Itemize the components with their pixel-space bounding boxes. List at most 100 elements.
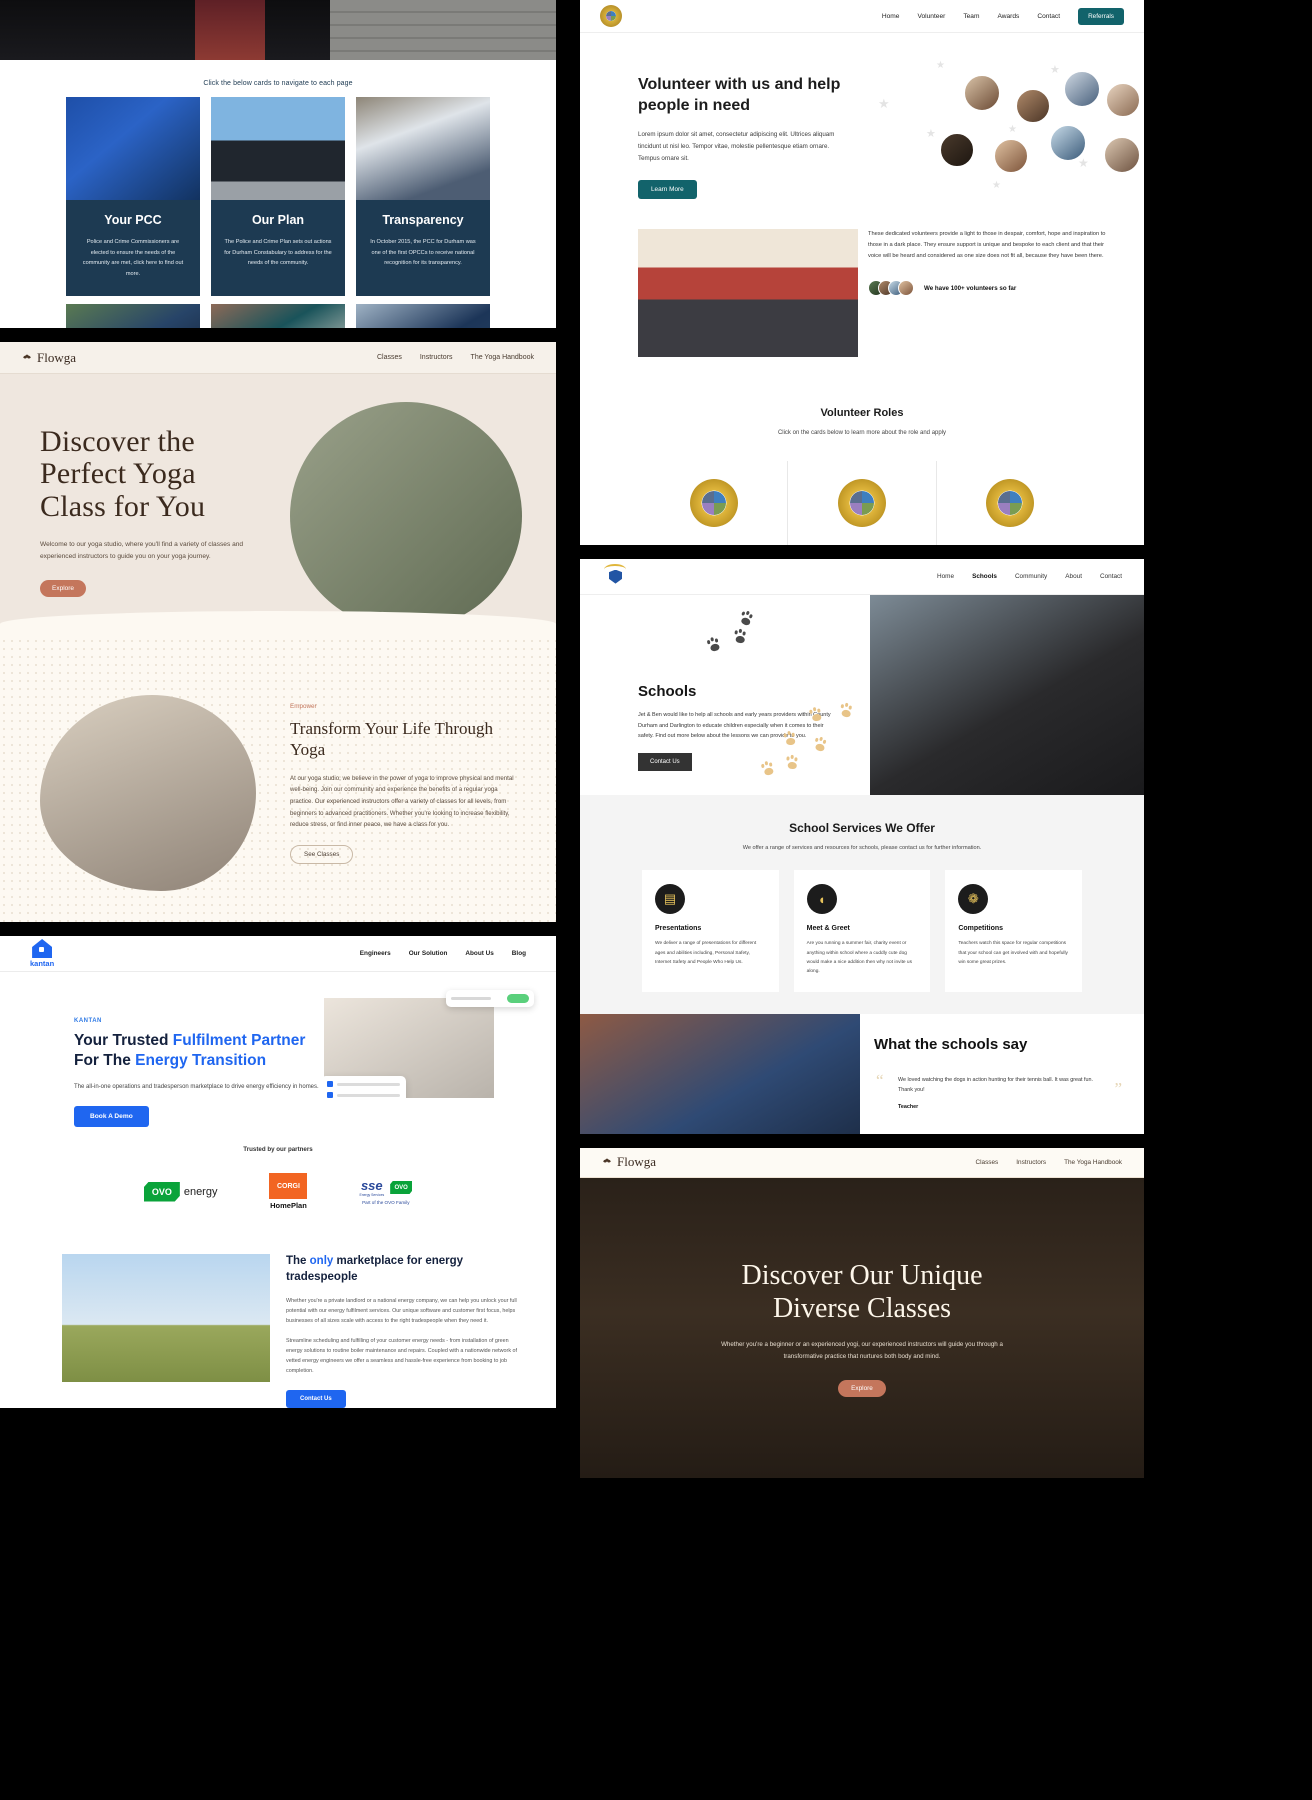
service-body: Teachers watch this space for regular co… xyxy=(958,941,1068,965)
learn-more-button[interactable]: Learn More xyxy=(638,179,697,199)
role-card[interactable] xyxy=(936,461,1084,546)
volunteer-role-cards xyxy=(640,461,1084,546)
pcc-card-grid: Your PCC Police and Crime Commissioners … xyxy=(0,97,556,296)
service-card[interactable]: ❁ Competitions Teachers watch this space… xyxy=(945,870,1082,992)
shot-schools[interactable]: Home Schools Community About Contact Sch… xyxy=(580,559,1144,1134)
nav-classes[interactable]: Classes xyxy=(377,354,402,361)
shot-flowga-hero[interactable]: Flowga Classes Instructors The Yoga Hand… xyxy=(0,342,556,922)
contact-us-button[interactable]: Contact Us xyxy=(286,1389,346,1408)
flowga-transform-image xyxy=(40,695,256,891)
dark-line-2: Diverse Classes xyxy=(772,1293,952,1325)
nav-home[interactable]: Home xyxy=(882,13,900,20)
role-card[interactable] xyxy=(640,461,788,546)
pcc-card-image xyxy=(211,97,345,200)
nav-instructors[interactable]: Instructors xyxy=(420,354,453,361)
sse-sub: Energy Services xyxy=(359,1193,385,1197)
nav-contact[interactable]: Contact xyxy=(1037,13,1060,20)
volunteer-roles-title: Volunteer Roles xyxy=(820,407,904,419)
pcc-card-title: Transparency xyxy=(382,213,464,227)
pcc-card-body: Police and Crime Commissioners are elect… xyxy=(82,239,184,277)
star-icon: ★ xyxy=(1050,64,1060,76)
nav-team[interactable]: Team xyxy=(963,13,979,20)
nav-community[interactable]: Community xyxy=(1015,573,1047,580)
police-crest-icon[interactable] xyxy=(602,563,628,591)
nav-about[interactable]: About xyxy=(1065,573,1082,580)
kantan-marketplace-text: The only marketplace for energy tradespe… xyxy=(286,1254,518,1408)
explore-button[interactable]: Explore xyxy=(40,579,87,597)
nav-volunteer[interactable]: Volunteer xyxy=(917,13,945,20)
kantan-logo[interactable]: kantan xyxy=(30,939,54,968)
avatar xyxy=(964,75,1000,111)
volunteer-avatar-cloud: ★ ★ ★ ★ ★ ★ ★ xyxy=(868,55,1140,207)
pcc-card-image[interactable] xyxy=(211,303,345,328)
ovo-small-mark: OVO xyxy=(390,1181,413,1194)
shot-volunteer[interactable]: Home Volunteer Team Awards Contact Refer… xyxy=(580,0,1144,546)
nav-instructors[interactable]: Instructors xyxy=(1016,1159,1046,1166)
nav-contact[interactable]: Contact xyxy=(1100,573,1122,580)
nav-classes[interactable]: Classes xyxy=(976,1159,999,1166)
pcc-card-image xyxy=(66,97,200,200)
flowga-navbar: Flowga Classes Instructors The Yoga Hand… xyxy=(0,342,556,374)
kantan-brand-text: kantan xyxy=(30,959,55,968)
toggle-pill xyxy=(507,994,529,1003)
pcc-card-body: In October 2015, the PCC for Durham was … xyxy=(370,239,476,267)
nav-about-us[interactable]: About Us xyxy=(465,950,493,957)
pcc-card-body: The Police and Crime Plan sets out actio… xyxy=(224,239,332,267)
book-a-demo-button[interactable]: Book A Demo xyxy=(74,1106,149,1128)
transform-body: At our yoga studio, we believe in the po… xyxy=(290,774,514,829)
service-body: We deliver a range of presentations for … xyxy=(655,941,757,965)
flowga-dark-title: Discover Our Unique Diverse Classes xyxy=(741,1259,982,1325)
nav-yoga-handbook[interactable]: The Yoga Handbook xyxy=(471,354,534,361)
see-classes-button[interactable]: See Classes xyxy=(290,844,354,864)
nav-our-solution[interactable]: Our Solution xyxy=(409,950,448,957)
service-card[interactable]: ◖ Meet & Greet Are you running a summer … xyxy=(793,870,931,992)
flowga-transform-section: Empower Transform Your Life Through Yoga… xyxy=(0,637,556,922)
flowga-transform-text: Empower Transform Your Life Through Yoga… xyxy=(290,703,518,864)
nav-engineers[interactable]: Engineers xyxy=(360,950,391,957)
dog-icon: ◖ xyxy=(806,884,837,915)
nav-home[interactable]: Home xyxy=(937,573,954,580)
service-card[interactable]: ▤ Presentations We deliver a range of pr… xyxy=(642,870,779,992)
nav-schools[interactable]: Schools xyxy=(972,573,997,580)
nav-blog[interactable]: Blog xyxy=(512,950,526,957)
gap xyxy=(580,1133,1144,1148)
flowga-logo[interactable]: Flowga xyxy=(602,1154,656,1170)
hero-highlight: Perfect xyxy=(27,457,137,491)
pcc-card-image[interactable] xyxy=(356,303,490,328)
kantan-nav-links: Engineers Our Solution About Us Blog xyxy=(360,950,526,957)
flowga-hero: Discover the Perfect Yoga Class for You … xyxy=(0,374,556,637)
avatar xyxy=(1016,89,1050,123)
avatar xyxy=(1064,71,1100,107)
pcc-card[interactable]: Your PCC Police and Crime Commissioners … xyxy=(66,97,200,296)
contact-us-button[interactable]: Contact Us xyxy=(638,753,692,772)
role-card[interactable] xyxy=(788,461,936,546)
charity-seal-icon xyxy=(837,479,886,528)
kantan-marketplace-image xyxy=(62,1254,270,1382)
hero-line-1: Discover the xyxy=(40,425,195,458)
ovo-energy-logo: OVO energy xyxy=(143,1181,217,1202)
pcc-card[interactable]: Transparency In October 2015, the PCC fo… xyxy=(356,97,490,296)
left-column: Click the below cards to navigate to eac… xyxy=(0,0,556,1408)
shot-flowga-dark[interactable]: Flowga Classes Instructors The Yoga Hand… xyxy=(580,1147,1144,1478)
flowga-brand-text: Flowga xyxy=(37,349,76,365)
shot-kantan[interactable]: kantan Engineers Our Solution About Us B… xyxy=(0,936,556,1408)
referrals-button[interactable]: Referrals xyxy=(1078,7,1124,25)
testimonial-quote: “ ” We loved watching the dogs in action… xyxy=(874,1071,1124,1110)
volunteer-count-row: We have 100+ volunteers so far xyxy=(868,280,1116,297)
avatar xyxy=(1106,83,1140,117)
pcc-card-title: Our Plan xyxy=(251,213,305,227)
pcc-card-image[interactable] xyxy=(66,303,200,328)
nav-yoga-handbook[interactable]: The Yoga Handbook xyxy=(1064,1159,1122,1166)
shot-pcc-cards[interactable]: Click the below cards to navigate to eac… xyxy=(0,0,556,328)
flowga-logo[interactable]: Flowga xyxy=(22,350,76,366)
charity-badge-icon[interactable] xyxy=(600,5,622,27)
pcc-card[interactable]: Our Plan The Police and Crime Plan sets … xyxy=(211,97,345,296)
corgi-homeplan-logo: CORGI HomePlan xyxy=(269,1173,308,1210)
hero-line-3: Class for You xyxy=(40,489,206,523)
volunteer-navbar: Home Volunteer Team Awards Contact Refer… xyxy=(580,0,1144,33)
explore-button[interactable]: Explore xyxy=(838,1379,886,1397)
nav-awards[interactable]: Awards xyxy=(997,13,1019,20)
marketplace-title: The only marketplace for energy tradespe… xyxy=(286,1254,518,1286)
schools-title: Schools xyxy=(638,683,697,701)
quote-close-icon: ” xyxy=(1114,1078,1122,1098)
